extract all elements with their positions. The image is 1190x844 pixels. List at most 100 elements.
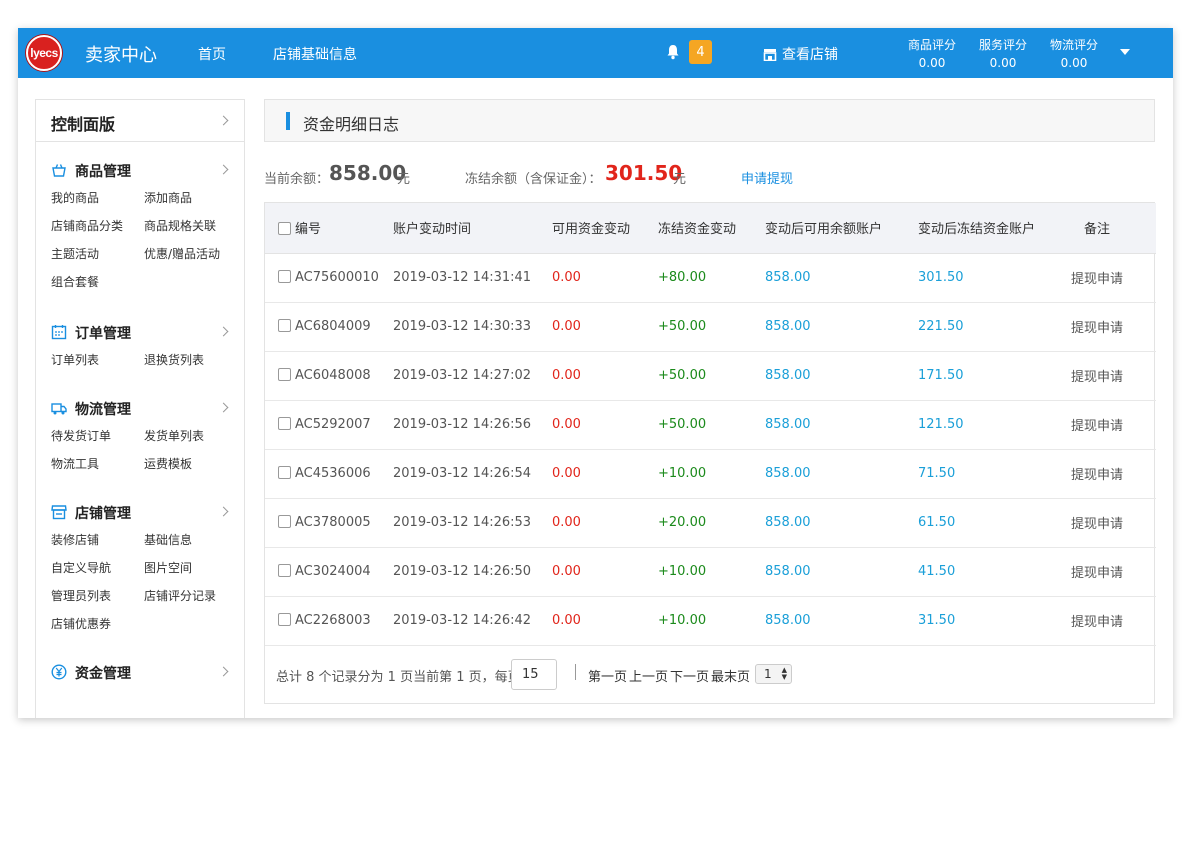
column-header-id: 编号 — [265, 203, 393, 254]
last-page-label: 末页 — [724, 669, 751, 685]
sidebar-item-pending-shipments[interactable]: 待发货订单 — [51, 422, 144, 450]
withdraw-link[interactable]: 申请提现 — [741, 168, 793, 187]
pagination: 总计 8 个记录分为 1 页当前第 1 页，每页 15 第一页 上一页 下一页 … — [265, 646, 1154, 703]
page-size-input[interactable]: 15 — [511, 658, 557, 690]
frozen-label: 冻结余额（含保证金）： — [465, 172, 602, 187]
sidebar-section-header-orders[interactable]: 订单管理 — [36, 318, 244, 346]
cell-frozen-change: +50.00 — [658, 351, 765, 401]
sidebar-item-rating-records[interactable]: 店铺评分记录 — [144, 582, 244, 610]
nav-home[interactable]: 首页 — [198, 44, 226, 64]
cell-note: 提现申请 — [1071, 400, 1156, 450]
record-id: AC75600010 — [295, 270, 379, 285]
cell-frozen-change: +20.00 — [658, 498, 765, 548]
sidebar-header[interactable]: 控制面版 — [36, 100, 244, 142]
cell-note: 提现申请 — [1071, 498, 1156, 548]
table-row: AC6048008 2019-03-12 14:27:02 0.00 +50.00 85… — [265, 351, 1156, 401]
sidebar-section-funds: 资金管理 — [36, 658, 244, 686]
row-checkbox[interactable] — [278, 466, 291, 479]
nav-shop-info[interactable]: 店铺基础信息 — [273, 44, 357, 64]
chevron-down-icon[interactable] — [1120, 49, 1130, 55]
table-header-row: 编号 账户变动时间 可用资金变动 冻结资金变动 变动后可用余额账户 变动后冻结资… — [265, 203, 1156, 254]
sidebar-section-header-logistics[interactable]: 物流管理 — [36, 394, 244, 422]
sidebar-item-decorate-shop[interactable]: 装修店铺 — [51, 526, 144, 554]
chevron-right-icon — [218, 326, 229, 337]
select-all-checkbox[interactable] — [278, 222, 291, 236]
sidebar-item-custom-nav[interactable]: 自定义导航 — [51, 554, 144, 582]
sidebar-item-bundles[interactable]: 组合套餐 — [51, 268, 144, 296]
cell-frozen-balance: 41.50 — [918, 547, 1071, 597]
row-checkbox[interactable] — [278, 613, 291, 626]
logistics-score-value: 0.00 — [1060, 56, 1088, 70]
cell-frozen-balance: 171.50 — [918, 351, 1071, 401]
cell-available-change: 0.00 — [552, 547, 658, 597]
cell-time: 2019-03-12 14:26:54 — [393, 449, 552, 499]
record-id: AC3024004 — [295, 564, 371, 579]
cell-available-change: 0.00 — [552, 498, 658, 548]
sidebar-item-admin-list[interactable]: 管理员列表 — [51, 582, 144, 610]
prev-page-link[interactable]: 上一页 — [629, 666, 668, 685]
table-row: AC75600010 2019-03-12 14:31:41 0.00 +80.00 8… — [265, 253, 1156, 303]
cell-note: 提现申请 — [1071, 449, 1156, 499]
bell-icon[interactable] — [666, 44, 680, 60]
sidebar-item-shop-categories[interactable]: 店铺商品分类 — [51, 212, 144, 240]
sidebar-item-order-list[interactable]: 订单列表 — [51, 346, 144, 374]
record-id: AC6804009 — [295, 319, 371, 334]
first-page-link[interactable]: 第一页 — [588, 666, 627, 685]
sidebar-item-returns-list[interactable]: 退换货列表 — [144, 346, 244, 374]
next-page-link[interactable]: 下一页 — [670, 666, 709, 685]
view-shop-button[interactable]: 查看店铺 — [763, 44, 838, 64]
logo[interactable]: lyecs — [26, 35, 62, 71]
cell-note: 提现申请 — [1071, 253, 1156, 303]
page-select[interactable]: 1 ▲ ▼ — [755, 663, 792, 684]
chevron-right-icon — [218, 402, 229, 413]
cell-available-balance: 858.00 — [765, 498, 918, 548]
row-checkbox[interactable] — [278, 564, 291, 577]
sidebar-item-promotions[interactable]: 优惠/赠品活动 — [144, 240, 244, 268]
cell-available-change: 0.00 — [552, 302, 658, 352]
sidebar-section-header-shop[interactable]: 店铺管理 — [36, 498, 244, 526]
logistics-score: 物流评分 0.00 — [1044, 36, 1104, 72]
sidebar-section-title: 资金管理 — [75, 666, 131, 682]
sidebar-section-title: 商品管理 — [75, 164, 131, 180]
frozen-unit: 元 — [673, 172, 687, 187]
table-row: AC3780005 2019-03-12 14:26:53 0.00 +20.00 85… — [265, 498, 1156, 548]
cell-frozen-balance: 301.50 — [918, 253, 1071, 303]
page-select-value: 1 — [764, 666, 772, 681]
column-header-available-balance: 变动后可用余额账户 — [765, 203, 918, 254]
truck-icon — [51, 403, 67, 415]
sidebar-item-shipment-list[interactable]: 发货单列表 — [144, 422, 244, 450]
table-row: AC4536006 2019-03-12 14:26:54 0.00 +10.00 85… — [265, 449, 1156, 499]
cell-available-balance: 858.00 — [765, 547, 918, 597]
sidebar-section-orders: 订单管理 订单列表 退换货列表 — [36, 318, 244, 374]
record-id: AC4536006 — [295, 466, 371, 481]
sidebar-item-my-products[interactable]: 我的商品 — [51, 184, 144, 212]
service-score: 服务评分 0.00 — [973, 36, 1033, 72]
last-page-link[interactable]: 最末页 — [711, 666, 750, 685]
sidebar-item-shipping-templates[interactable]: 运费模板 — [144, 450, 244, 478]
sidebar-item-spec-relations[interactable]: 商品规格关联 — [144, 212, 244, 240]
cell-available-change: 0.00 — [552, 596, 658, 646]
last-page-prefix: 最 — [711, 669, 725, 685]
balance-summary: 当前余额： 858.00 元 冻结余额（含保证金）： 301.50 元 申请提现 — [264, 142, 1155, 202]
sidebar-item-basic-info[interactable]: 基础信息 — [144, 526, 244, 554]
store-icon — [51, 505, 67, 520]
sidebar-section-header-funds[interactable]: 资金管理 — [36, 658, 244, 686]
sidebar-item-image-space[interactable]: 图片空间 — [144, 554, 244, 582]
cell-note: 提现申请 — [1071, 302, 1156, 352]
row-checkbox[interactable] — [278, 319, 291, 332]
row-checkbox[interactable] — [278, 515, 291, 528]
sidebar-item-shop-coupons[interactable]: 店铺优惠券 — [51, 610, 144, 638]
sidebar-item-add-product[interactable]: 添加商品 — [144, 184, 244, 212]
sidebar-item-themed-events[interactable]: 主题活动 — [51, 240, 144, 268]
cell-frozen-change: +80.00 — [658, 253, 765, 303]
notification-badge[interactable]: 4 — [689, 40, 712, 64]
row-checkbox[interactable] — [278, 270, 291, 283]
sidebar-section-header-products[interactable]: 商品管理 — [36, 156, 244, 184]
row-checkbox[interactable] — [278, 417, 291, 430]
sidebar-item-logistics-tools[interactable]: 物流工具 — [51, 450, 144, 478]
row-checkbox[interactable] — [278, 368, 291, 381]
table-row: AC3024004 2019-03-12 14:26:50 0.00 +10.00 85… — [265, 547, 1156, 597]
sidebar-section-shop: 店铺管理 装修店铺 基础信息 自定义导航 图片空间 管理员列表 店铺评分记录 店… — [36, 498, 244, 638]
chevron-right-icon — [218, 506, 229, 517]
basket-icon — [52, 164, 66, 177]
